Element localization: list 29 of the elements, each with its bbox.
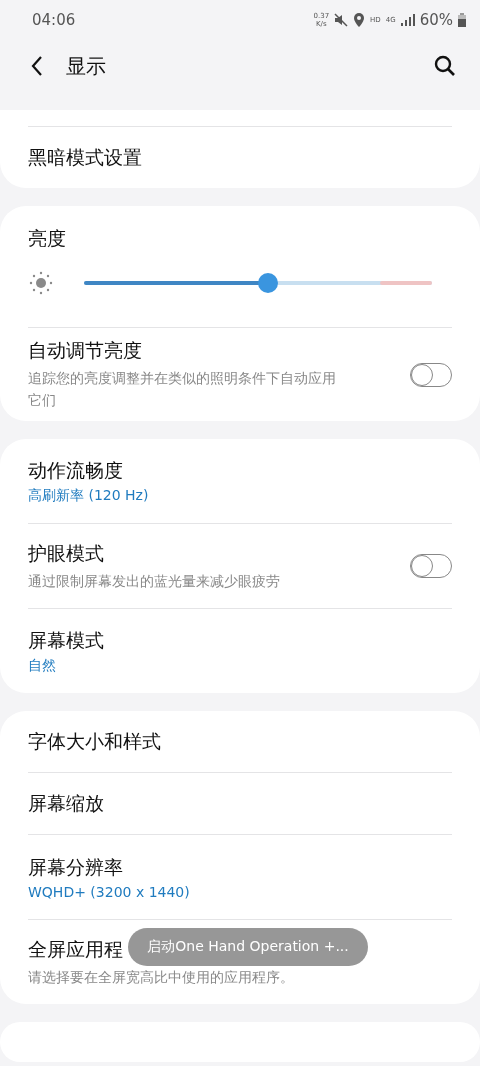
- back-icon[interactable]: [30, 55, 44, 77]
- setting-value: 自然: [28, 656, 56, 675]
- setting-description: 通过限制屏幕发出的蓝光量来减少眼疲劳: [28, 571, 280, 591]
- setting-title: 动作流畅度: [28, 457, 123, 483]
- signal-icon: [400, 14, 415, 26]
- setting-title: 屏幕缩放: [28, 790, 104, 816]
- toast-message: 启动One Hand Operation +...: [128, 928, 368, 966]
- setting-description: 请选择要在全屏宽高比中使用的应用程序。: [28, 967, 294, 987]
- setting-title: 字体大小和样式: [28, 728, 161, 754]
- setting-title: 屏幕分辨率: [28, 854, 123, 880]
- setting-value: 高刷新率 (120 Hz): [28, 486, 149, 505]
- slider-thumb[interactable]: [258, 273, 279, 293]
- brightness-slider[interactable]: [84, 273, 432, 293]
- setting-title: 自动调节亮度: [28, 338, 142, 363]
- setting-title: 黑暗模式设置: [28, 144, 142, 170]
- battery-level: 60%: [419, 11, 453, 29]
- status-time: 04:06: [32, 11, 76, 29]
- setting-title: 全屏应用程: [28, 936, 123, 962]
- setting-title: 屏幕模式: [28, 627, 104, 653]
- setting-description: 追踪您的亮度调整并在类似的照明条件下自动应用它们: [28, 369, 337, 410]
- setting-title: 护眼模式: [28, 540, 104, 566]
- battery-icon: [458, 13, 466, 27]
- setting-title: 亮度: [28, 226, 67, 251]
- location-icon: [353, 13, 366, 27]
- setting-value: WQHD+ (3200 x 1440): [28, 883, 190, 900]
- mute-icon: [334, 13, 349, 27]
- sun-icon: [28, 270, 54, 296]
- page-title: 显示: [66, 52, 107, 80]
- search-icon[interactable]: [434, 55, 456, 77]
